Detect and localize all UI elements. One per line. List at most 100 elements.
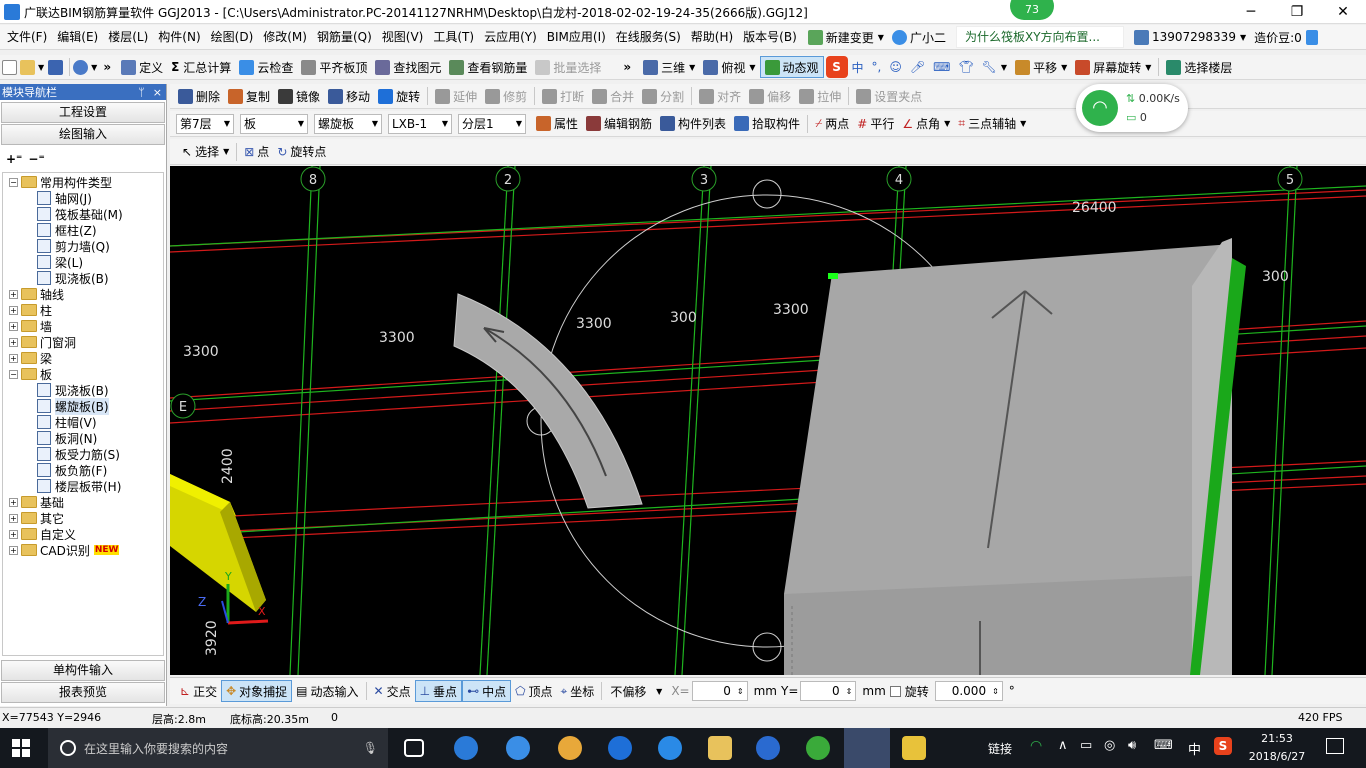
y-input[interactable]: 0 ⇕	[800, 681, 857, 701]
select-button[interactable]: ↖ 选择 ▼	[178, 141, 233, 163]
tree-item[interactable]: 板受力筋(S)	[37, 446, 120, 462]
clock-time[interactable]: 21:53	[1250, 732, 1304, 745]
microphone-icon[interactable]: 🎙︎	[363, 741, 378, 755]
tool-button[interactable]: 删除	[174, 85, 224, 107]
find-button[interactable]: 查找图元	[371, 56, 445, 78]
tree-item[interactable]: 现浇板(B)	[37, 270, 109, 286]
keyboard-icon[interactable]: ⌨	[1154, 738, 1173, 753]
ggj-active-icon[interactable]	[844, 728, 890, 768]
clock-date[interactable]: 2018/6/27	[1244, 750, 1310, 763]
ime-chinese-icon[interactable]: 中	[852, 59, 864, 76]
project-settings-button[interactable]: 工程设置	[1, 102, 165, 123]
two-point-button[interactable]: ⌿ 两点	[811, 113, 853, 135]
tree-folder[interactable]: − 常用构件类型	[9, 174, 112, 190]
view-rebar-button[interactable]: 查看钢筋量	[445, 56, 531, 78]
pan-button[interactable]: 平移 ▼	[1011, 56, 1071, 78]
tool-button[interactable]: 合并	[588, 85, 638, 107]
dynamic-view-button[interactable]: 动态观	[759, 56, 824, 78]
tree-item[interactable]: 板负筋(F)	[37, 462, 107, 478]
bell-icon[interactable]	[1305, 29, 1318, 45]
tree-folder[interactable]: + 门窗洞	[9, 334, 76, 350]
ie-icon[interactable]	[506, 736, 530, 760]
tree-folder[interactable]: + CAD识别 NEW	[9, 542, 120, 558]
edit-rebar-button[interactable]: 编辑钢筋	[582, 113, 656, 135]
rotate-angle-input[interactable]: 0.000 ⇕	[934, 681, 1003, 701]
save-icon[interactable]	[48, 59, 64, 75]
define-button[interactable]: 定义	[117, 56, 167, 78]
360-icon[interactable]	[806, 736, 830, 760]
microphone-icon[interactable]: 🎤︎	[910, 60, 925, 74]
expand-icon[interactable]: +	[9, 337, 18, 347]
close-icon[interactable]: ×	[153, 86, 162, 99]
taskbar-search[interactable]: 在这里输入你要搜索的内容 🎙︎	[48, 728, 388, 768]
keyboard-icon[interactable]: ⌨	[933, 60, 950, 74]
expand-icon[interactable]: +	[9, 321, 18, 331]
offset-select[interactable]: 不偏移 ▼	[607, 681, 665, 701]
windows-start-icon[interactable]	[12, 739, 30, 757]
tool-button[interactable]: 镜像	[274, 85, 324, 107]
tree-folder[interactable]: + 基础	[9, 494, 64, 510]
menu-item[interactable]: 楼层(L)	[103, 25, 153, 50]
emoji-icon[interactable]: ☺	[889, 60, 902, 74]
menu-item[interactable]: 版本号(B)	[738, 25, 802, 50]
view-3d-button[interactable]: 三维 ▼	[639, 56, 699, 78]
expand-icon[interactable]: +	[9, 353, 18, 363]
question-ticker[interactable]: 为什么筏板XY方向布置...	[955, 26, 1124, 48]
tree-item[interactable]: 板洞(N)	[37, 430, 97, 446]
align-top-button[interactable]: 平齐板顶	[297, 56, 371, 78]
link-label[interactable]: 链接	[988, 740, 1012, 757]
wifi-tray-icon[interactable]: ◠	[1030, 738, 1042, 754]
minimize-button[interactable]: ─	[1228, 0, 1274, 24]
x-input[interactable]: 0 ⇕	[691, 681, 748, 701]
account-button[interactable]: 13907298339 ▼	[1130, 26, 1250, 48]
screen-rotate-button[interactable]: 屏幕旋转 ▼	[1071, 56, 1155, 78]
coordinate-toggle[interactable]: ⌖ 坐标	[557, 680, 599, 702]
drawing-input-button[interactable]: 绘图输入	[1, 124, 165, 145]
tool-button[interactable]: 对齐	[695, 85, 745, 107]
point-angle-button[interactable]: ∠ 点角 ▼	[898, 113, 954, 135]
new-file-icon[interactable]	[2, 59, 17, 75]
tool-button[interactable]: 复制	[224, 85, 274, 107]
menu-item[interactable]: 在线服务(S)	[611, 25, 686, 50]
ime-indicator[interactable]: 中	[1188, 739, 1201, 758]
tool-button[interactable]: 分割	[638, 85, 688, 107]
edge-icon[interactable]	[608, 736, 632, 760]
network-speed-popup[interactable]: ◠ ⇅ 0.00K/s ▭ 0	[1076, 84, 1188, 132]
notification-badge[interactable]: 73	[1010, 0, 1054, 20]
menu-item[interactable]: 文件(F)	[2, 25, 52, 50]
collapse-icon[interactable]: −	[9, 369, 18, 379]
rotate-point-button[interactable]: ↻ 旋转点	[273, 141, 330, 163]
intersect-toggle[interactable]: ✕ 交点	[370, 680, 415, 702]
punctuation-icon[interactable]: °,	[872, 60, 882, 74]
tool-button[interactable]: 打断	[538, 85, 588, 107]
open-folder-icon[interactable]	[20, 59, 35, 75]
pick-button[interactable]: 拾取构件	[730, 113, 804, 135]
collapse-icon[interactable]: −	[9, 177, 18, 187]
network-icon[interactable]: ◎	[1104, 738, 1115, 753]
object-snap-toggle[interactable]: ✥ 对象捕捉	[221, 680, 293, 702]
expand-all-icon[interactable]: +⁼	[6, 152, 22, 166]
task-view-icon[interactable]	[404, 739, 424, 757]
sogou-icon[interactable]: S	[1214, 737, 1232, 755]
pin-icon[interactable]: ᛘ	[138, 86, 145, 99]
volume-icon[interactable]: 🔊︎	[1128, 738, 1136, 753]
tree-folder[interactable]: − 板	[9, 366, 52, 382]
assistant-button[interactable]: 广小二	[888, 26, 950, 48]
ie-icon[interactable]	[658, 736, 682, 760]
dynamic-input-toggle[interactable]: ▤ 动态输入	[292, 680, 362, 702]
chevron-down-icon[interactable]: ▼	[38, 63, 44, 72]
sum-button[interactable]: Σ 汇总计算	[167, 56, 235, 78]
expand-icon[interactable]: +	[9, 289, 18, 299]
close-button[interactable]: ✕	[1320, 0, 1366, 24]
category-select[interactable]: 板 ▼	[240, 113, 308, 134]
overflow-chevron-icon[interactable]: »	[623, 60, 631, 74]
drawing-canvas[interactable]: 8 2 3 4 5 E 26400 3300 3300 300 3300 300…	[170, 166, 1366, 675]
expand-icon[interactable]: +	[9, 497, 18, 507]
sogou-icon[interactable]: S	[825, 56, 848, 78]
tool-button[interactable]: 移动	[324, 85, 374, 107]
menu-item[interactable]: 编辑(E)	[52, 25, 103, 50]
midpoint-toggle[interactable]: ⊷ 中点	[462, 680, 512, 702]
tree-item[interactable]: 螺旋板(B)	[37, 397, 109, 415]
app-fan-icon[interactable]	[454, 736, 478, 760]
tool-button[interactable]: 修剪	[481, 85, 531, 107]
